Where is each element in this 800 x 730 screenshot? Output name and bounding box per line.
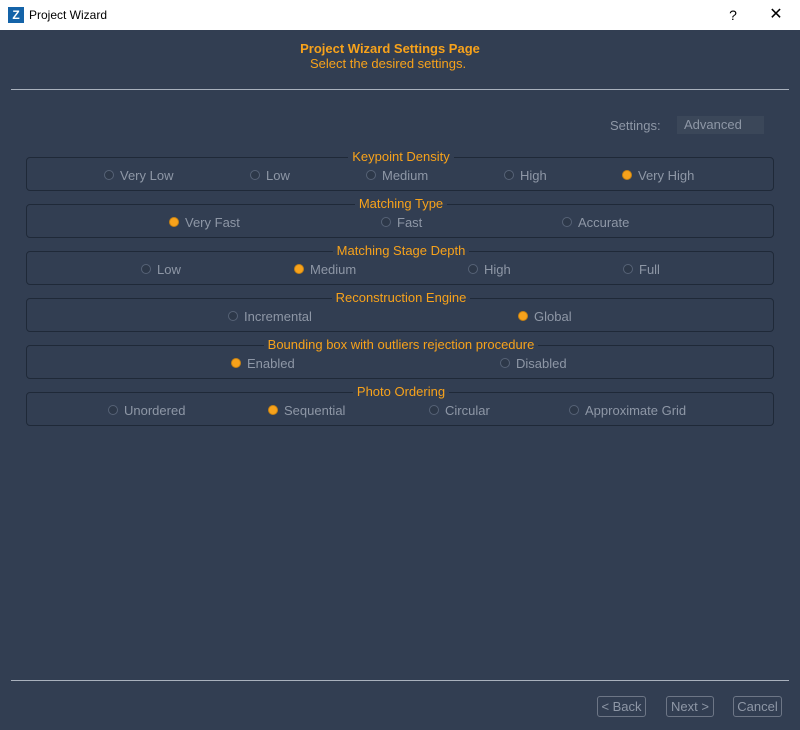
option-label: High bbox=[520, 167, 547, 183]
radio-icon bbox=[623, 264, 633, 274]
page-subtitle: Select the desired settings. bbox=[310, 56, 467, 71]
radio-icon bbox=[108, 405, 118, 415]
radio-icon bbox=[504, 170, 514, 180]
option-label: Full bbox=[639, 261, 660, 277]
footer-divider bbox=[11, 680, 789, 681]
radio-icon bbox=[228, 311, 238, 321]
radio-option[interactable]: Accurate bbox=[562, 214, 629, 230]
radio-option[interactable]: Medium bbox=[366, 167, 428, 183]
option-label: Low bbox=[266, 167, 290, 183]
radio-option[interactable]: Fast bbox=[381, 214, 422, 230]
radio-option[interactable]: Very Low bbox=[104, 167, 173, 183]
radio-option[interactable]: High bbox=[468, 261, 511, 277]
radio-icon bbox=[366, 170, 376, 180]
header-divider bbox=[11, 89, 789, 90]
option-label: Unordered bbox=[124, 402, 186, 418]
radio-option[interactable]: Low bbox=[141, 261, 181, 277]
radio-option[interactable]: Very High bbox=[622, 167, 694, 183]
radio-icon bbox=[231, 358, 241, 368]
option-label: Circular bbox=[445, 402, 490, 418]
radio-icon bbox=[468, 264, 478, 274]
radio-option[interactable]: Enabled bbox=[231, 355, 295, 371]
group-keypoint-density: Keypoint Density Very Low Low Medium Hig… bbox=[26, 149, 774, 191]
option-label: Medium bbox=[310, 261, 357, 277]
app-logo-icon: Z bbox=[8, 7, 24, 23]
radio-icon bbox=[250, 170, 260, 180]
cancel-button[interactable]: Cancel bbox=[733, 696, 782, 717]
radio-icon bbox=[381, 217, 391, 227]
radio-icon bbox=[294, 264, 304, 274]
title-bar: Z Project Wizard ? ✕ bbox=[0, 0, 800, 30]
group-title: Matching Type bbox=[354, 196, 448, 211]
radio-option[interactable]: Approximate Grid bbox=[569, 402, 686, 418]
next-button[interactable]: Next > bbox=[666, 696, 714, 717]
radio-option[interactable]: Sequential bbox=[268, 402, 345, 418]
group-title: Keypoint Density bbox=[348, 149, 454, 164]
window-title: Project Wizard bbox=[29, 8, 108, 22]
radio-icon bbox=[569, 405, 579, 415]
group-title: Photo Ordering bbox=[352, 384, 450, 399]
radio-option[interactable]: High bbox=[504, 167, 547, 183]
group-photo-ordering: Photo Ordering Unordered Sequential Circ… bbox=[26, 384, 774, 426]
radio-option[interactable]: Unordered bbox=[108, 402, 185, 418]
group-bounding-box: Bounding box with outliers rejection pro… bbox=[26, 337, 774, 379]
radio-option[interactable]: Low bbox=[250, 167, 290, 183]
option-label: Enabled bbox=[247, 355, 295, 371]
option-label: Low bbox=[157, 261, 181, 277]
radio-icon bbox=[562, 217, 572, 227]
radio-icon bbox=[104, 170, 114, 180]
settings-label: Settings: bbox=[610, 118, 661, 133]
option-label: Very Low bbox=[120, 167, 174, 183]
radio-icon bbox=[169, 217, 179, 227]
option-label: Sequential bbox=[284, 402, 346, 418]
help-button[interactable]: ? bbox=[718, 4, 748, 26]
radio-option[interactable]: Full bbox=[623, 261, 660, 277]
radio-option[interactable]: Very Fast bbox=[169, 214, 240, 230]
option-label: High bbox=[484, 261, 511, 277]
radio-icon bbox=[622, 170, 632, 180]
back-button[interactable]: < Back bbox=[597, 696, 646, 717]
radio-option[interactable]: Incremental bbox=[228, 308, 312, 324]
option-label: Global bbox=[534, 308, 572, 324]
option-label: Very Fast bbox=[185, 214, 240, 230]
radio-icon bbox=[518, 311, 528, 321]
close-button[interactable]: ✕ bbox=[758, 4, 794, 26]
group-title: Reconstruction Engine bbox=[331, 290, 471, 305]
radio-icon bbox=[429, 405, 439, 415]
group-matching-stage-depth: Matching Stage Depth Low Medium High Ful… bbox=[26, 243, 774, 285]
option-label: Fast bbox=[397, 214, 423, 230]
option-label: Disabled bbox=[516, 355, 567, 371]
option-label: Medium bbox=[382, 167, 429, 183]
option-label: Incremental bbox=[244, 308, 312, 324]
radio-option[interactable]: Medium bbox=[294, 261, 356, 277]
radio-option[interactable]: Global bbox=[518, 308, 572, 324]
option-label: Very High bbox=[638, 167, 695, 183]
radio-option[interactable]: Disabled bbox=[500, 355, 567, 371]
option-label: Approximate Grid bbox=[585, 402, 687, 418]
group-reconstruction-engine: Reconstruction Engine Incremental Global bbox=[26, 290, 774, 332]
page-title: Project Wizard Settings Page bbox=[300, 41, 480, 56]
radio-icon bbox=[268, 405, 278, 415]
option-label: Accurate bbox=[578, 214, 630, 230]
radio-icon bbox=[141, 264, 151, 274]
group-title: Bounding box with outliers rejection pro… bbox=[263, 337, 539, 352]
settings-preset-select[interactable]: Advanced bbox=[677, 116, 764, 134]
radio-icon bbox=[500, 358, 510, 368]
radio-option[interactable]: Circular bbox=[429, 402, 490, 418]
group-title: Matching Stage Depth bbox=[332, 243, 470, 258]
group-matching-type: Matching Type Very Fast Fast Accurate bbox=[26, 196, 774, 238]
